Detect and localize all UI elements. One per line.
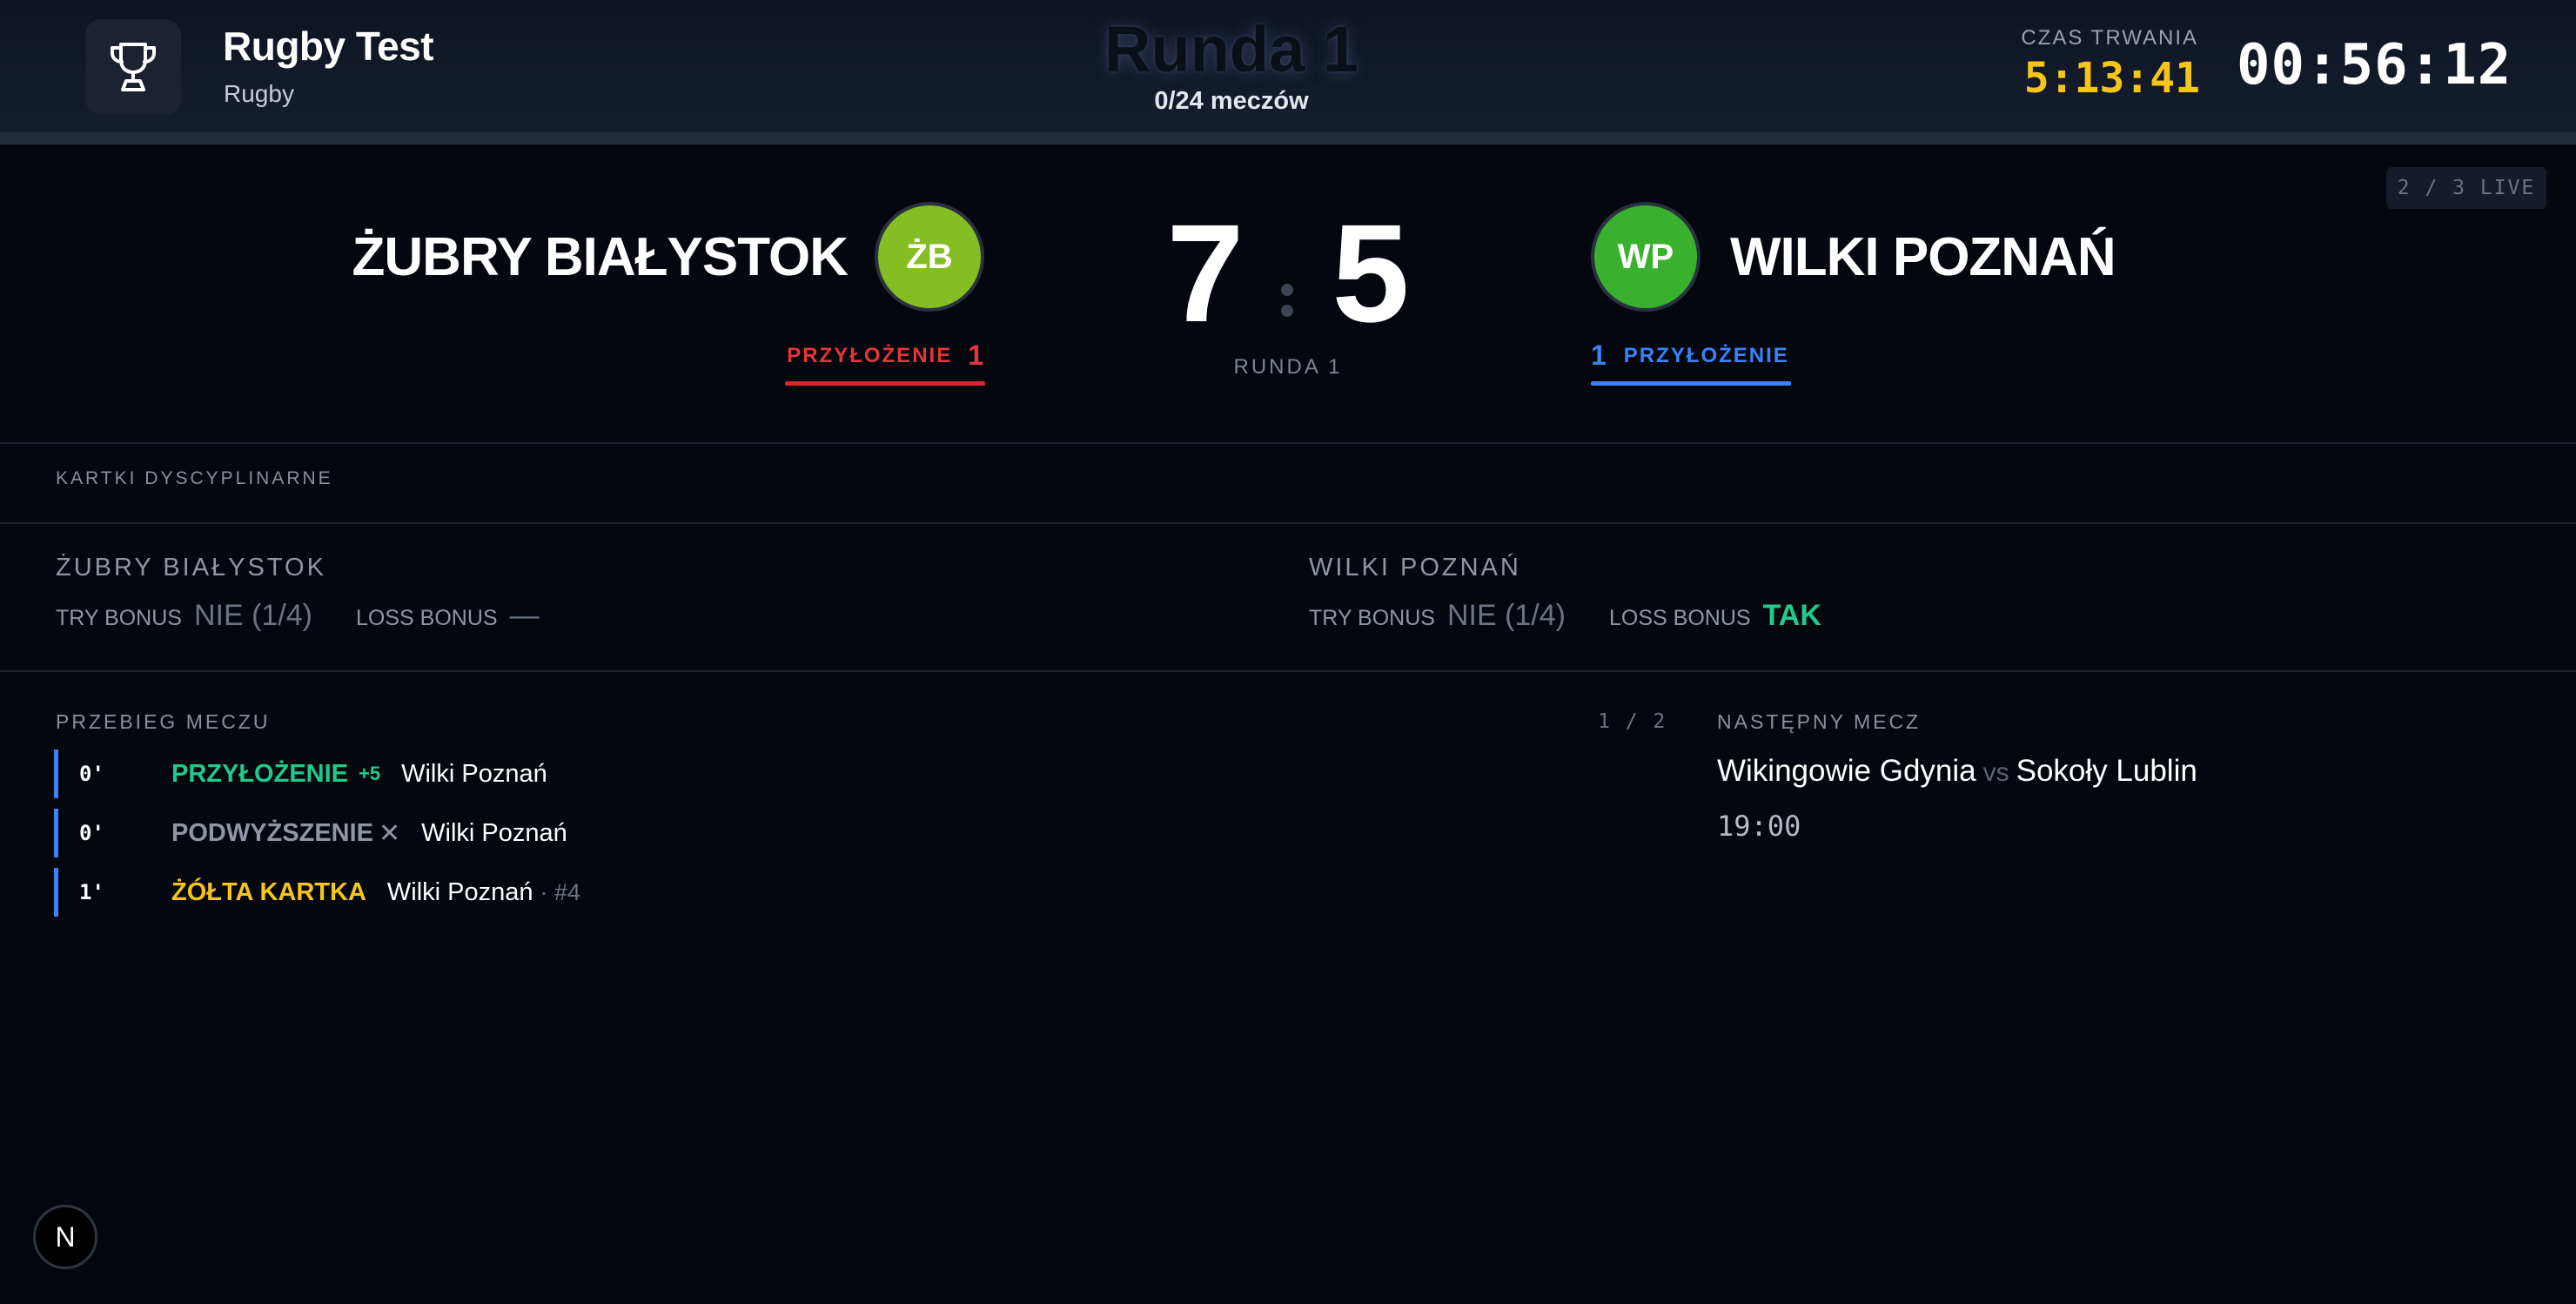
away-try-count: 1 [1591, 339, 1608, 371]
live-match-badge[interactable]: 2 / 3 LIVE [2386, 167, 2546, 209]
timeline-section-label: PRZEBIEG MECZU [56, 710, 271, 733]
home-try-underline [785, 381, 985, 386]
missed-icon: ✕ [379, 818, 401, 848]
event-type: PRZYŁOŻENIE [171, 759, 349, 788]
clock: 00:56:12 [2237, 33, 2512, 97]
home-try-bonus-label: TRY BONUS [56, 606, 182, 630]
timeline-event: 0' PODWYŻSZENIE ✕ Wilki Poznań [54, 809, 837, 857]
event-player-number: · #4 [540, 878, 581, 905]
next-match-away: Sokoły Lublin [2016, 754, 2197, 788]
round-progress: 0/24 meczów [1154, 87, 1309, 115]
home-loss-bonus-value: — [509, 599, 540, 632]
divider [0, 442, 2576, 444]
divider [0, 522, 2576, 524]
n-logo-button[interactable]: N [33, 1205, 97, 1269]
event-team: Wilki Poznań [421, 818, 567, 847]
home-team-avatar: ŻB [875, 202, 984, 312]
event-type: ŻÓŁTA KARTKA [171, 877, 366, 906]
next-match-teams: Wikingowie Gdynia vs Sokoły Lublin [1717, 754, 2197, 789]
home-try-count: 1 [968, 339, 985, 371]
app-subtitle: Rugby [224, 80, 294, 107]
away-team-name: WILKI POZNAŃ [1730, 227, 2116, 287]
event-points: +5 [359, 763, 381, 784]
score-separator [1276, 266, 1298, 327]
away-team-avatar: WP [1591, 202, 1701, 312]
next-match-pager[interactable]: 1 / 2 [1598, 710, 1667, 733]
home-bonus-row: TRY BONUS NIE (1/4) LOSS BONUS — [56, 599, 583, 633]
cards-section-label: KARTKI DYSCYPLINARNE [56, 468, 333, 488]
header-divider [0, 132, 2576, 145]
away-bonus-row: TRY BONUS NIE (1/4) LOSS BONUS TAK [1309, 599, 1865, 633]
event-type: PODWYŻSZENIE [171, 818, 374, 847]
next-match-time: 19:00 [1717, 810, 1801, 843]
timeline-event: 0' PRZYŁOŻENIE +5 Wilki Poznań [54, 749, 837, 798]
home-try-indicator: PRZYŁOŻENIE 1 [783, 339, 985, 372]
next-match-label: NASTĘPNY MECZ [1717, 710, 1922, 733]
timeline-event: 1' ŻÓŁTA KARTKA Wilki Poznań · #4 [54, 868, 837, 917]
home-try-bonus-value: NIE (1/4) [193, 599, 312, 632]
round-title: Runda 1 [1104, 13, 1358, 85]
app-title: Rugby Test [223, 24, 434, 69]
duration-value: 5:13:41 [2023, 54, 2200, 103]
away-try-bonus-value: NIE (1/4) [1446, 599, 1566, 632]
top-header: Rugby Test Rugby Runda 1 0/24 meczów CZA… [0, 0, 2576, 132]
next-match-vs: vs [1982, 758, 2009, 787]
home-bonus-team: ŻUBRY BIAŁYSTOK [56, 554, 326, 581]
away-try-indicator: 1 PRZYŁOŻENIE [1591, 339, 1800, 372]
event-team: Wilki Poznań [386, 877, 533, 906]
event-minute: 0' [79, 821, 104, 845]
home-team-name: ŻUBRY BIAŁYSTOK [352, 227, 849, 287]
trophy-icon [85, 19, 181, 115]
away-try-label: PRZYŁOŻENIE [1623, 343, 1789, 367]
divider [0, 670, 2576, 672]
home-try-label: PRZYŁOŻENIE [787, 343, 953, 367]
away-loss-bonus-label: LOSS BONUS [1609, 606, 1751, 630]
away-loss-bonus-value: TAK [1762, 599, 1821, 632]
next-match-home: Wikingowie Gdynia [1717, 754, 1976, 788]
away-bonus-team: WILKI POZNAŃ [1309, 554, 1521, 581]
away-try-underline [1591, 381, 1791, 386]
round-caption: RUNDA 1 [1233, 355, 1343, 379]
event-minute: 0' [79, 762, 104, 786]
duration-label: CZAS TRWANIA [2021, 26, 2198, 50]
event-minute: 1' [79, 880, 104, 904]
away-try-bonus-label: TRY BONUS [1309, 606, 1435, 630]
home-score: 7 [1166, 195, 1244, 351]
home-loss-bonus-label: LOSS BONUS [356, 606, 498, 630]
away-score: 5 [1332, 195, 1410, 351]
event-team: Wilki Poznań [401, 759, 547, 788]
